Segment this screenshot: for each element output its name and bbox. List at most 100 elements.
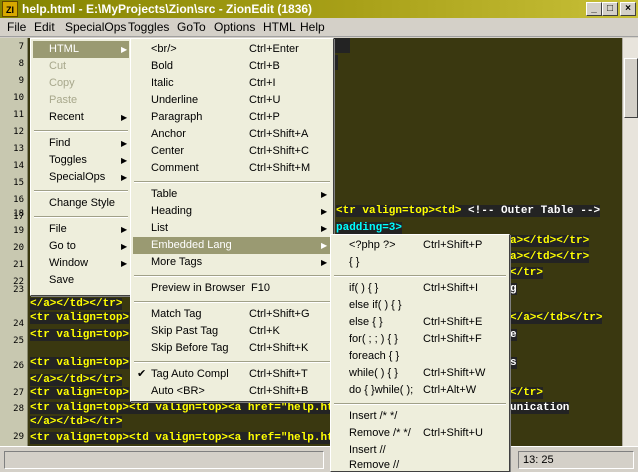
title-bar[interactable]: ZI help.html - E:\MyProjects\Zion\src - … (0, 0, 638, 18)
submenu-arrow-icon: ▶ (321, 258, 328, 267)
menu-item-embedded-lang[interactable]: Embedded Lang ▶ (133, 237, 331, 254)
menu-item-shortcut: Ctrl+Shift+T (249, 368, 308, 380)
code-line-24: <tr valign=top> (30, 311, 130, 326)
menu-item-shortcut: Ctrl+Shift+G (249, 308, 310, 320)
menu-item-list[interactable]: List ▶ (133, 220, 331, 237)
line-number: 19 (13, 226, 24, 236)
code-line-28c: </a></td></tr> (30, 415, 123, 430)
menu-item-center[interactable]: Center Ctrl+Shift+C (133, 143, 331, 160)
code-comment: <!-- Outer Table --> (461, 205, 601, 217)
menu-item-label: More Tags (151, 256, 203, 268)
menu-separator (334, 403, 506, 405)
menu-goto[interactable]: GoTo (173, 20, 210, 35)
line-number: 28 (13, 404, 24, 414)
menu-item-cut[interactable]: Cut (33, 58, 129, 75)
menu-item-remove-line-comment[interactable]: Remove // (333, 457, 507, 472)
line-number: 29 (13, 432, 24, 442)
menu-item-heading[interactable]: Heading ▶ (133, 203, 331, 220)
menu-item-label: Preview in Browser (151, 282, 246, 294)
menu-item-while[interactable]: while( ) { } Ctrl+Shift+W (333, 365, 507, 382)
menu-item-auto-br[interactable]: Auto <BR> Ctrl+Shift+B (133, 383, 331, 400)
menu-html[interactable]: HTML (259, 20, 300, 35)
minimize-button[interactable]: _ (586, 2, 602, 16)
menu-item-shortcut: Ctrl+Shift+B (249, 385, 309, 397)
menu-item-label: Copy (49, 77, 75, 89)
menu-item-else-if[interactable]: else if( ) { } (333, 297, 507, 314)
code-line-28: <tr valign=top><td valign=top><a href="h… (30, 401, 334, 416)
menu-item-bold[interactable]: Bold Ctrl+B (133, 58, 331, 75)
menu-item-underline[interactable]: Underline Ctrl+U (133, 92, 331, 109)
menu-item-else[interactable]: else { } Ctrl+Shift+E (333, 314, 507, 331)
code-line-21: a></td></tr> (510, 250, 590, 265)
menu-separator (134, 301, 330, 303)
scrollbar-thumb[interactable] (624, 58, 638, 118)
menu-item-br[interactable]: <br/> Ctrl+Enter (133, 41, 331, 58)
line-number: 20 (13, 243, 24, 253)
app-icon[interactable]: ZI (2, 1, 18, 17)
menu-specialops[interactable]: SpecialOps (61, 20, 130, 35)
menu-separator (134, 275, 330, 277)
menu-item-match-tag[interactable]: Match Tag Ctrl+Shift+G (133, 306, 331, 323)
menu-item-table[interactable]: Table ▶ (133, 186, 331, 203)
menu-item-foreach[interactable]: foreach { } (333, 348, 507, 365)
menu-item-label: Insert /* */ (349, 410, 398, 422)
menu-item-braces[interactable]: { } (333, 254, 507, 271)
menu-item-comment[interactable]: Comment Ctrl+Shift+M (133, 160, 331, 177)
menu-item-if[interactable]: if( ) { } Ctrl+Shift+I (333, 280, 507, 297)
menu-item-skip-past-tag[interactable]: Skip Past Tag Ctrl+K (133, 323, 331, 340)
menu-item-label: Paste (49, 94, 78, 106)
menu-item-insert-block-comment[interactable]: Insert /* */ (333, 408, 507, 425)
menu-item-specialops[interactable]: SpecialOps ▶ (33, 169, 129, 186)
menu-item-label: do { }while( ); (349, 384, 414, 396)
menu-item-php[interactable]: <?php ?> Ctrl+Shift+P (333, 237, 507, 254)
menu-item-label: SpecialOps (49, 171, 106, 183)
menu-item-do-while[interactable]: do { }while( ); Ctrl+Alt+W (333, 382, 507, 399)
menu-separator (34, 130, 128, 132)
menu-options[interactable]: Options (210, 20, 259, 35)
submenu-arrow-icon: ▶ (321, 190, 328, 199)
menu-item-skip-before-tag[interactable]: Skip Before Tag Ctrl+Shift+K (133, 340, 331, 357)
maximize-button[interactable]: □ (602, 2, 618, 16)
menu-item-label: Find (49, 137, 71, 149)
menu-item-for[interactable]: for( ; ; ) { } Ctrl+Shift+F (333, 331, 507, 348)
menu-item-shortcut: Ctrl+Enter (249, 43, 299, 55)
menu-item-label: Paragraph (151, 111, 203, 123)
menu-item-change-style[interactable]: Change Style (33, 195, 129, 212)
menu-item-tag-auto-compl[interactable]: ✔ Tag Auto Compl Ctrl+Shift+T (133, 366, 331, 383)
menu-item-shortcut: Ctrl+Shift+I (423, 282, 479, 294)
submenu-arrow-icon: ▶ (121, 45, 128, 54)
code-text: s (510, 357, 517, 369)
menu-edit[interactable]: Edit (30, 20, 59, 35)
menu-item-file[interactable]: File ▶ (33, 221, 129, 238)
menu-item-label: File (49, 223, 67, 235)
menu-item-label: Bold (151, 60, 174, 72)
menu-item-window[interactable]: Window ▶ (33, 255, 129, 272)
menu-item-preview[interactable]: Preview in Browser F10 (133, 280, 331, 297)
menu-item-paragraph[interactable]: Paragraph Ctrl+P (133, 109, 331, 126)
menu-item-italic[interactable]: Italic Ctrl+I (133, 75, 331, 92)
code-tag: <tr valign=top> (30, 357, 130, 369)
menu-item-go-to[interactable]: Go to ▶ (33, 238, 129, 255)
code-tag: <tr valign=top><td valign=top><a href="h… (30, 432, 334, 444)
line-number: 14 (13, 161, 24, 171)
menu-item-paste[interactable]: Paste (33, 92, 129, 109)
menu-item-anchor[interactable]: Anchor Ctrl+Shift+A (133, 126, 331, 143)
menu-item-recent[interactable]: Recent ▶ (33, 109, 129, 126)
vertical-scrollbar[interactable] (622, 38, 638, 446)
menu-item-html[interactable]: HTML ▶ (33, 41, 129, 58)
menu-toggles[interactable]: Toggles (124, 20, 173, 35)
submenu-arrow-icon: ▶ (121, 259, 128, 268)
menu-item-find[interactable]: Find ▶ (33, 135, 129, 152)
menu-item-shortcut: F10 (251, 282, 270, 294)
menu-item-label: Match Tag (151, 308, 202, 320)
menu-item-save[interactable]: Save (33, 272, 129, 289)
menu-item-remove-block-comment[interactable]: Remove /* */ Ctrl+Shift+U (333, 425, 507, 442)
menu-item-copy[interactable]: Copy (33, 75, 129, 92)
submenu-arrow-icon: ▶ (121, 225, 128, 234)
menu-item-more-tags[interactable]: More Tags ▶ (133, 254, 331, 271)
menu-help[interactable]: Help (296, 20, 329, 35)
close-button[interactable]: × (620, 2, 636, 16)
menu-item-toggles[interactable]: Toggles ▶ (33, 152, 129, 169)
code-tag: <tr valign=top><td valign=top><a href="h… (30, 402, 334, 414)
menu-file[interactable]: File (3, 20, 30, 35)
